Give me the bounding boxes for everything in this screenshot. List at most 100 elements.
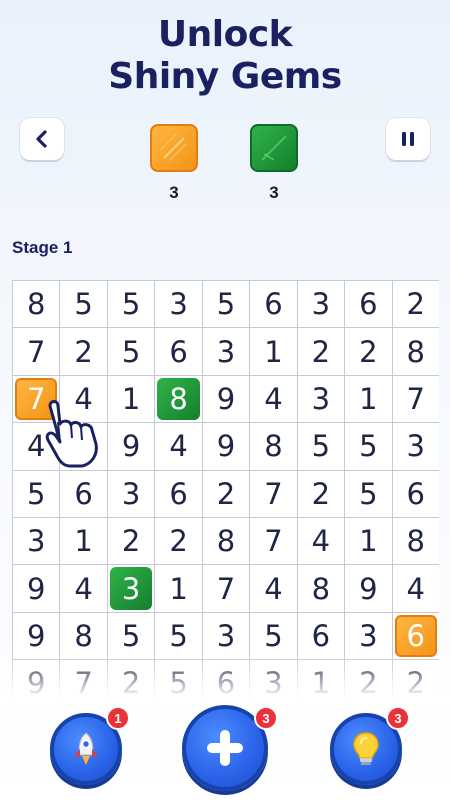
grid-cell[interactable]: 3: [250, 660, 298, 700]
grid-cell[interactable]: 8: [60, 612, 108, 661]
grid-cell[interactable]: 4: [392, 565, 439, 613]
grid-cell[interactable]: 3: [345, 612, 393, 661]
cell-number: 6: [359, 287, 378, 322]
grid-cell[interactable]: 4: [297, 518, 346, 566]
grid-cell[interactable]: 4: [250, 375, 298, 424]
grid-cell[interactable]: 2: [155, 518, 203, 566]
grid-cell[interactable]: 3: [392, 423, 439, 471]
grid-cell[interactable]: 5: [345, 423, 393, 471]
cell-number: 5: [74, 287, 93, 322]
cell-number: 2: [311, 334, 331, 369]
grid-cell[interactable]: 5: [107, 328, 156, 376]
grid-cell[interactable]: 6: [345, 281, 393, 329]
cell-number: 2: [169, 524, 188, 559]
grid-cell[interactable]: 7: [13, 328, 61, 376]
cell-number: 2: [406, 666, 425, 700]
grid-cell[interactable]: 3: [13, 518, 61, 566]
grid-cell[interactable]: 3: [155, 281, 203, 329]
grid-cell[interactable]: 1: [345, 518, 393, 566]
grid-cell[interactable]: 8: [392, 518, 439, 566]
grid-cell[interactable]: 3: [297, 281, 346, 329]
grid-cell[interactable]: 8: [250, 423, 298, 471]
grid-cell[interactable]: 2: [107, 518, 156, 566]
grid-cell[interactable]: 2: [108, 660, 156, 700]
grid-cell[interactable]: 6: [297, 612, 346, 661]
pause-button[interactable]: [386, 118, 430, 160]
grid-cell[interactable]: 8: [297, 565, 346, 613]
grid-cell[interactable]: 2: [345, 328, 393, 376]
cell-number: 3: [26, 524, 46, 559]
grid-cell[interactable]: 9: [202, 423, 251, 471]
grid-cell[interactable]: 2: [60, 328, 108, 376]
grid-cell[interactable]: 7: [250, 518, 298, 566]
grid-cell[interactable]: 3: [107, 470, 156, 518]
grid-cell[interactable]: 5: [107, 612, 156, 661]
cell-number: 1: [359, 381, 378, 416]
grid-cell[interactable]: 2: [297, 328, 346, 376]
grid-cell[interactable]: 5: [107, 281, 156, 329]
grid-cell[interactable]: 4: [60, 565, 108, 613]
grid-cell[interactable]: 6: [250, 281, 298, 329]
grid-cell[interactable]: 1: [250, 328, 298, 376]
grid-cell[interactable]: 5: [155, 612, 203, 661]
cell-number: 3: [311, 381, 331, 416]
grid-cell[interactable]: 3: [297, 375, 346, 424]
grid-cell[interactable]: 5: [297, 423, 346, 471]
grid-cell[interactable]: 1: [298, 660, 346, 700]
grid-cell[interactable]: 4: [250, 565, 298, 613]
cell-number: 6: [311, 618, 331, 653]
grid-cell[interactable]: 1: [345, 375, 393, 424]
cell-number: 6: [74, 476, 93, 511]
grid-cell[interactable]: 5: [60, 281, 108, 329]
grid-cell[interactable]: 8: [155, 375, 203, 424]
grid-cell[interactable]: 8: [202, 518, 251, 566]
grid-cell[interactable]: 9: [13, 612, 61, 661]
grid-cell[interactable]: 8: [392, 328, 439, 376]
green-gem-tile: 3: [109, 567, 153, 610]
cell-number: 3: [359, 618, 378, 653]
back-button[interactable]: [20, 118, 64, 160]
grid-cell[interactable]: 2: [202, 470, 251, 518]
grid-cell[interactable]: 2: [393, 660, 439, 700]
grid-cell[interactable]: 4: [155, 423, 203, 471]
cell-number: 9: [26, 666, 46, 700]
grid-cell[interactable]: 6: [155, 328, 203, 376]
grid-cell[interactable]: 5: [13, 470, 61, 518]
cell-number: 7: [74, 666, 93, 700]
grid-cell[interactable]: 8: [13, 281, 61, 329]
grid-cell[interactable]: 2: [297, 470, 346, 518]
grid-cell[interactable]: 2: [392, 281, 439, 329]
grid-cell[interactable]: 6: [203, 660, 251, 700]
grid-cell[interactable]: 3: [107, 565, 156, 613]
grid-cell[interactable]: 7: [60, 660, 108, 700]
cell-number: 5: [311, 429, 331, 464]
orange-gem-icon: [159, 133, 187, 161]
grid-cell[interactable]: 9: [202, 375, 251, 424]
grid-cell[interactable]: 1: [60, 518, 108, 566]
grid-cell[interactable]: 5: [202, 281, 251, 329]
grid-cell[interactable]: 7: [250, 470, 298, 518]
cell-number: 5: [359, 476, 378, 511]
cell-number: 6: [216, 666, 236, 700]
grid-cell[interactable]: 9: [13, 660, 61, 700]
grid-cell[interactable]: 7: [392, 375, 439, 424]
grid-cell[interactable]: 6: [60, 470, 108, 518]
grid-cell[interactable]: 9: [13, 565, 61, 613]
title-line-2: Shiny Gems: [108, 56, 342, 97]
add-count-badge: 3: [254, 706, 278, 730]
cell-number: 3: [121, 476, 141, 511]
grid-cell[interactable]: 2: [345, 660, 393, 700]
grid-cell[interactable]: 5: [345, 470, 393, 518]
grid-cell[interactable]: 9: [345, 565, 393, 613]
grid-cell[interactable]: 6: [155, 470, 203, 518]
grid-cell[interactable]: 5: [250, 612, 298, 661]
grid-cell[interactable]: 3: [202, 328, 251, 376]
cell-number: 9: [216, 381, 236, 416]
grid-cell[interactable]: 3: [202, 612, 251, 661]
grid-cell[interactable]: 7: [202, 565, 251, 613]
grid-cell[interactable]: 5: [155, 660, 203, 700]
cell-number: 4: [74, 571, 93, 606]
grid-cell[interactable]: 1: [155, 565, 203, 613]
grid-cell[interactable]: 6: [392, 612, 439, 661]
grid-cell[interactable]: 6: [392, 470, 439, 518]
